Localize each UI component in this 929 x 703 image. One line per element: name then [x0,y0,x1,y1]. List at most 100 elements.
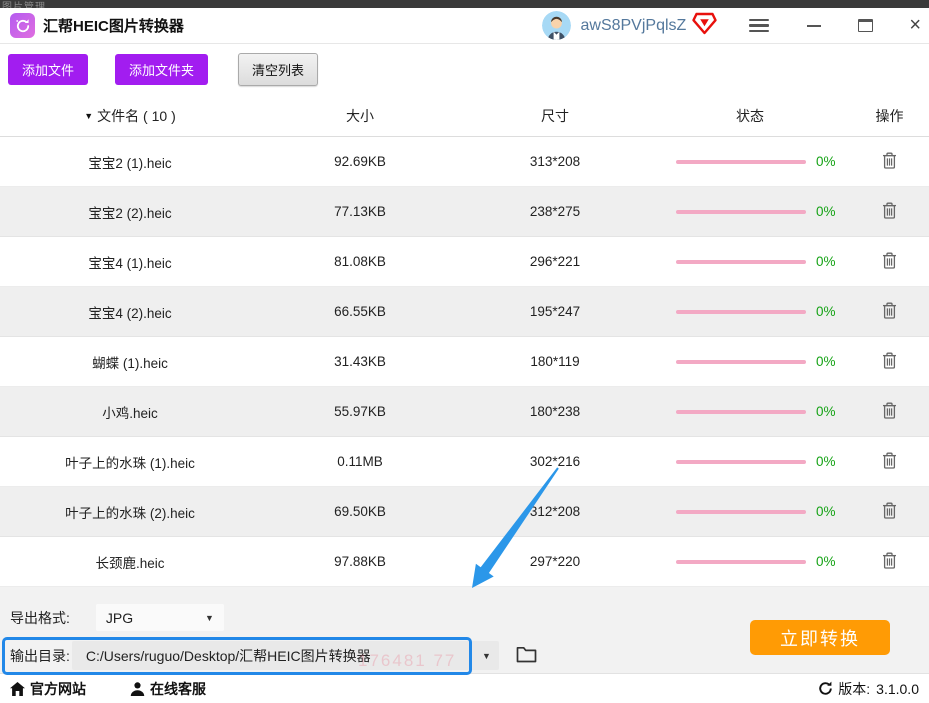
delete-icon[interactable] [880,350,899,374]
progress-bar [676,359,806,364]
table-row: 长颈鹿.heic 97.88KB 297*220 0% [0,537,929,587]
table-row: 小鸡.heic 55.97KB 180*238 0% [0,387,929,437]
online-support-link[interactable]: 在线客服 [130,679,206,699]
clear-list-button[interactable]: 清空列表 [238,53,319,86]
export-format-label: 导出格式: [10,609,70,626]
file-dimension: 180*238 [529,404,581,419]
export-format-value: JPG [105,609,134,626]
progress-bar [676,209,806,214]
file-size: 92.69KB [334,154,386,169]
footer: 官方网站 在线客服 版本: 3.1.0.0 [0,673,929,703]
file-status: 0% [650,304,850,319]
minimize-icon[interactable] [807,24,822,27]
maximize-icon[interactable] [858,19,874,32]
file-size: 31.43KB [334,354,386,369]
username[interactable]: awS8PVjPqlsZ [580,17,686,35]
file-action [850,200,929,224]
progress-percent: 0% [816,454,836,469]
file-name: 宝宝2 (1).heic [88,155,172,171]
file-action [850,250,929,274]
file-size: 97.88KB [334,554,386,569]
progress-percent: 0% [816,354,836,369]
file-status: 0% [650,254,850,269]
table-row: 叶子上的水珠 (1).heic 0.11MB 302*216 0% [0,437,929,487]
progress-percent: 0% [816,154,836,169]
version-info[interactable]: 版本: 3.1.0.0 [818,679,919,699]
file-dimension: 297*220 [529,554,581,569]
file-size: 66.55KB [334,304,386,319]
file-name: 叶子上的水珠 (2).heic [65,505,195,521]
file-name: 宝宝2 (2).heic [88,205,172,221]
header-filename[interactable]: ▼ 文件名 ( 10 ) [0,106,260,126]
progress-bar [676,459,806,464]
file-name: 叶子上的水珠 (1).heic [65,455,195,471]
chevron-down-icon[interactable]: ▼ [482,651,491,661]
vip-badge-icon[interactable] [692,12,718,40]
file-action [850,350,929,374]
progress-percent: 0% [816,404,836,419]
file-status: 0% [650,154,850,169]
file-name: 宝宝4 (2).heic [88,305,172,321]
output-dir-label: 输出目录: [10,647,70,664]
progress-bar [676,259,806,264]
delete-icon[interactable] [880,450,899,474]
browse-folder-icon[interactable] [516,646,537,666]
avatar[interactable] [542,11,572,40]
menu-icon[interactable] [749,16,770,36]
progress-bar [676,509,806,514]
progress-bar [676,309,806,314]
bottom-panel: 导出格式: JPG ▼ 输出目录: C:/Users/ruguo/Desktop… [0,587,929,673]
file-size: 69.50KB [334,504,386,519]
export-format-select[interactable]: JPG ▼ [95,604,224,631]
update-icon [819,681,833,695]
home-icon [10,681,25,696]
table-row: 宝宝2 (1).heic 92.69KB 313*208 0% [0,137,929,187]
convert-button[interactable]: 立即转换 [750,620,890,655]
file-status: 0% [650,504,850,519]
file-name: 长颈鹿.heic [95,555,165,571]
delete-icon[interactable] [880,500,899,524]
progress-percent: 0% [816,254,836,269]
background-window-strip: 图片管理 [0,0,929,8]
file-dimension: 313*208 [529,154,581,169]
add-folder-button[interactable]: 添加文件夹 [115,54,209,85]
progress-bar [676,159,806,164]
progress-percent: 0% [816,304,836,319]
file-dimension: 312*208 [529,504,581,519]
file-name: 小鸡.heic [102,405,158,421]
add-files-button[interactable]: 添加文件 [8,54,89,85]
chevron-down-icon: ▼ [204,612,214,623]
header-status: 状态 [736,107,764,124]
header-dimension: 尺寸 [541,107,569,124]
file-size: 77.13KB [334,204,386,219]
close-icon[interactable]: × [909,15,921,35]
file-name: 宝宝4 (1).heic [88,255,172,271]
delete-icon[interactable] [880,250,899,274]
sort-arrow-icon: ▼ [84,110,94,121]
file-action [850,550,929,574]
file-size: 0.11MB [337,454,383,469]
official-website-link[interactable]: 官方网站 [10,679,86,699]
delete-icon[interactable] [880,150,899,174]
file-action [850,500,929,524]
delete-icon[interactable] [880,300,899,324]
progress-percent: 0% [816,554,836,569]
file-status: 0% [650,204,850,219]
file-action [850,150,929,174]
toolbar: 添加文件 添加文件夹 清空列表 [0,44,929,95]
version-number: 3.1.0.0 [876,680,919,697]
file-size: 55.97KB [334,404,386,419]
progress-percent: 0% [816,504,836,519]
app-title: 汇帮HEIC图片转换器 [43,18,184,35]
file-dimension: 296*221 [529,254,581,269]
file-status: 0% [650,454,850,469]
header-action: 操作 [875,107,904,124]
delete-icon[interactable] [880,550,899,574]
delete-icon[interactable] [880,200,899,224]
file-dimension: 302*216 [529,454,581,469]
delete-icon[interactable] [880,400,899,424]
output-dir-input[interactable]: C:/Users/ruguo/Desktop/汇帮HEIC图片转换器 ▼ [71,641,499,670]
table-row: 宝宝4 (1).heic 81.08KB 296*221 0% [0,237,929,287]
table-header: ▼ 文件名 ( 10 ) 大小 尺寸 状态 操作 [0,95,929,137]
file-dimension: 180*119 [530,354,580,369]
